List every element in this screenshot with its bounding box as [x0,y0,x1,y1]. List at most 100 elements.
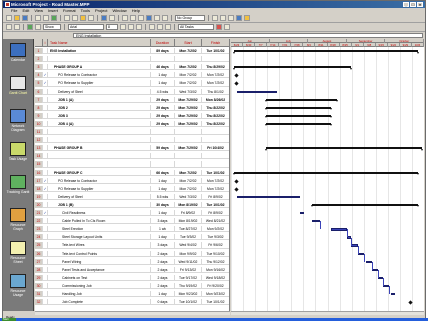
duration-cell[interactable]: 30 days [151,201,175,209]
task-name-cell[interactable]: Job Complete [48,299,151,306]
close-button[interactable]: × [417,2,423,7]
gantt-summary-bar[interactable] [264,98,339,103]
table-row[interactable]: 19 Delivery of Steel 5.5 wks Wed 7/3/02 Fri … [35,193,229,200]
start-cell[interactable]: Mon 7/29/02 [175,96,202,103]
entry-field[interactable]: ENG Installation [73,33,423,38]
start-cell[interactable] [175,129,202,136]
duration-cell[interactable]: 3 days [151,218,175,225]
table-row[interactable]: 26 Tele-text Control Points 2 days Mon 9/9/… [35,250,229,257]
finish-cell[interactable]: Tue 10/1/02 [202,170,229,176]
font-size-select[interactable]: 8 [106,24,118,30]
table-row[interactable]: 13 PHASE GROUP B 59 days Mon 7/29/02 Fri 10/… [35,145,229,152]
spelling-icon[interactable] [51,15,57,21]
table-row[interactable]: 18 ✓ PO Release to Supplier 1 day Mon 7/2/02… [35,185,229,192]
table-row[interactable]: 32 Job Complete 0 days Tue 10/1/02 Tue 10/1/… [35,299,229,306]
task-name-cell[interactable]: Panel Wiring [48,258,151,265]
outdent-icon[interactable] [6,24,12,30]
start-cell[interactable]: Mon 7/2/02 [175,177,202,184]
task-name-cell[interactable]: PHASE GROUP A [48,64,151,71]
finish-cell[interactable]: Thu 8/1/02 [202,89,229,95]
task-name-cell[interactable]: PO Release to Supplier [48,185,151,192]
view-bar-item[interactable]: Resource Graph [6,208,30,236]
header-start[interactable]: Start [175,39,202,47]
paste-icon[interactable] [80,15,86,21]
finish-cell[interactable]: Thu 8/22/02 [202,113,229,119]
task-name-cell[interactable]: JOB 3 [48,112,151,119]
save-icon[interactable] [22,15,28,21]
gantt-summary-bar[interactable] [232,171,420,176]
start-cell[interactable]: Mon 7/2/02 [175,48,202,55]
duration-cell[interactable]: 2 days [151,258,175,265]
gantt-summary-bar[interactable] [232,50,420,54]
duration-cell[interactable]: 2 days [151,250,175,257]
indent-icon[interactable] [14,24,20,30]
table-row[interactable]: 9 JOB 3 29 days Mon 7/29/02 Thu 8/22/02 [35,112,229,119]
start-cell[interactable]: Wed 7/3/02 [175,193,202,200]
task-name-cell[interactable]: PO Release to Contractor [48,177,151,184]
task-name-cell[interactable]: PO Release to Contractor [48,72,151,79]
task-name-cell[interactable]: Cabinets on Test [48,274,151,281]
table-row[interactable]: 15 [35,161,229,168]
start-cell[interactable]: Thu 9/19/02 [175,282,202,290]
task-name-cell[interactable]: Commissioning Job [48,282,151,290]
table-row[interactable]: 4 ✓ PO Release to Contractor 1 day Mon 7/2/0… [35,72,229,79]
view-bar-item[interactable]: Network Diagram [6,109,30,137]
start-cell[interactable]: Tue 8/27/02 [175,226,202,233]
view-bar-item[interactable]: Task Usage [6,142,30,170]
duration-cell[interactable]: 59 days [151,145,175,152]
start-cell[interactable]: Mon 9/9/02 [175,250,202,257]
task-name-cell[interactable]: Civil Readiness [48,210,151,217]
gantt-task-bar[interactable] [350,244,359,247]
hide-subtasks-icon[interactable] [35,24,41,30]
duration-cell[interactable]: 1 day [151,210,175,217]
finish-cell[interactable]: Mon 8/26/02 [202,97,229,103]
new-file-icon[interactable] [6,15,12,21]
gantt-task-bar[interactable] [236,195,301,199]
finish-cell[interactable]: Thu 9/12/02 [202,259,229,265]
open-folder-icon[interactable] [14,15,20,21]
task-information-icon[interactable] [146,15,152,21]
start-cell[interactable]: Mon 7/2/02 [175,185,202,192]
start-cell[interactable]: Mon 7/29/02 [175,112,202,119]
task-name-cell[interactable]: ENG Installation [48,48,151,55]
start-cell[interactable]: Tue 10/1/02 [175,299,202,306]
start-cell[interactable]: Wed 9/4/02 [175,242,202,249]
zoom-out-icon[interactable] [220,15,226,21]
gantt-summary-bar[interactable] [264,114,332,119]
start-cell[interactable]: Mon 7/29/02 [175,145,202,152]
table-row[interactable]: 3 PHASE GROUP A 46 days Mon 7/2/02 Thu 8/29/… [35,64,229,71]
start-cell[interactable]: Wed 9/11/02 [175,258,202,265]
table-row[interactable]: 2 [35,56,229,63]
gantt-milestone[interactable] [234,81,239,87]
task-name-cell[interactable]: Cable Pulled In To Cls Room [48,218,151,225]
table-row[interactable]: 27 Panel Wiring 2 days Wed 9/11/02 Thu 9/12/… [35,258,229,265]
duration-cell[interactable]: 29 days [151,120,175,128]
start-cell[interactable]: Mon 8/19/02 [175,218,202,225]
table-row[interactable]: 22 Cable Pulled In To Cls Room 3 days Mon 8… [35,218,229,225]
view-bar-item[interactable]: Tracking Gantt [6,175,30,203]
view-bar-item[interactable]: Gantt Chart [6,76,30,104]
table-row[interactable]: 1 ENG Installation 89 days Mon 7/2/02 Tue 10… [35,48,229,55]
format-painter-icon[interactable] [88,15,94,21]
start-cell[interactable]: Mon 7/2/02 [175,80,202,87]
copy-picture-icon[interactable] [236,15,242,21]
start-cell[interactable]: Mon 7/2/02 [175,64,202,71]
task-name-cell[interactable]: JOB 1 (A) [48,96,151,103]
finish-cell[interactable]: Fri 9/20/02 [202,283,229,289]
gantt-milestone[interactable] [234,73,239,78]
print-preview-icon[interactable] [43,15,49,21]
minimize-button[interactable]: _ [403,2,409,7]
task-name-cell[interactable]: Delivery of Steel [48,88,151,95]
finish-cell[interactable]: Mon 9/2/02 [202,226,229,232]
view-bar-item[interactable]: Resource Sheet [6,241,30,269]
start-cell[interactable] [175,153,202,160]
gantt-summary-bar[interactable] [264,106,332,111]
task-name-cell[interactable]: JOB 1 (B) [48,201,151,209]
view-bar-item[interactable]: Calendar [6,43,30,71]
autofilter-icon[interactable] [216,24,222,30]
task-name-cell[interactable]: Steel Erection [48,226,151,233]
finish-cell[interactable]: Fri 8/9/02 [202,210,229,216]
gantt-summary-bar[interactable] [232,66,352,71]
task-name-cell[interactable]: Tele-text Wires [48,242,151,249]
start-cell[interactable]: Mon 7/2/02 [175,72,202,79]
